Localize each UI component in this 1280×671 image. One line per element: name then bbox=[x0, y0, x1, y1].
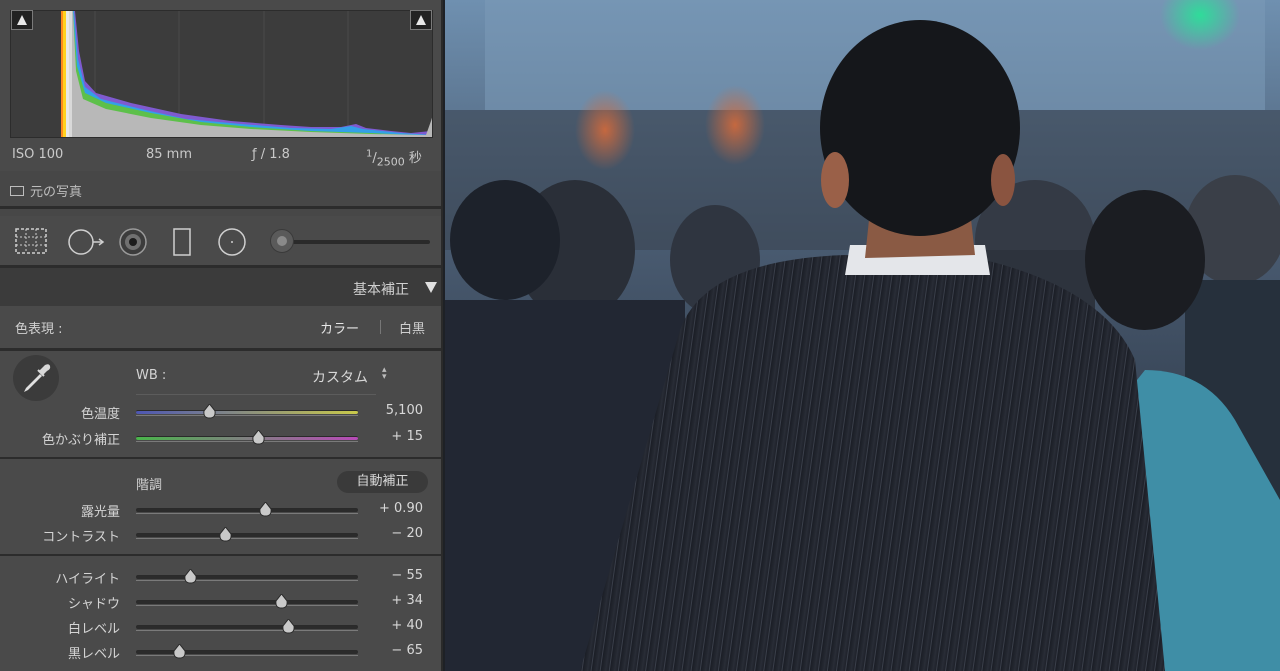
slider-value[interactable]: + 34 bbox=[363, 593, 423, 608]
exif-iso: ISO 100 bbox=[12, 147, 64, 162]
crop-overlay-icon[interactable] bbox=[14, 227, 48, 255]
slider-label: 黒レベル bbox=[67, 647, 120, 662]
slider-value[interactable]: + 40 bbox=[363, 618, 423, 633]
histogram-section: ISO 100 85 mm ƒ / 1.8 1/2500 秒 元の写真 bbox=[0, 0, 441, 200]
slider-track[interactable] bbox=[136, 533, 358, 539]
slider-track[interactable] bbox=[136, 508, 358, 514]
develop-panel: ISO 100 85 mm ƒ / 1.8 1/2500 秒 元の写真 基本補正… bbox=[0, 0, 443, 671]
original-photo-checkbox-icon bbox=[10, 185, 24, 196]
slider-thumb[interactable] bbox=[282, 619, 295, 634]
graduated-filter-icon[interactable] bbox=[172, 227, 192, 257]
adjustment-brush-thumb[interactable] bbox=[270, 229, 294, 253]
photo-image bbox=[445, 0, 1280, 671]
slider-value[interactable]: 5,100 bbox=[363, 403, 423, 418]
divider bbox=[0, 457, 441, 459]
treatment-separator bbox=[380, 320, 381, 334]
adjustment-brush-size-track[interactable] bbox=[272, 240, 430, 244]
treatment-bw-option[interactable]: 白黒 bbox=[399, 318, 425, 337]
slider-thumb[interactable] bbox=[173, 644, 186, 659]
wb-label: WB : bbox=[136, 368, 167, 383]
auto-tone-button[interactable]: 自動補正 bbox=[337, 471, 428, 493]
slider-track[interactable] bbox=[136, 575, 358, 581]
wb-select[interactable]: カスタム bbox=[312, 367, 368, 387]
treatment-row: 色表現 : カラー 白黒 bbox=[0, 306, 441, 348]
slider-label: コントラスト bbox=[42, 530, 120, 545]
histogram-graph bbox=[10, 10, 433, 138]
slider-value[interactable]: + 15 bbox=[363, 429, 423, 444]
shutter-unit: 秒 bbox=[408, 151, 422, 166]
divider bbox=[0, 206, 441, 209]
slider-thumb[interactable] bbox=[275, 594, 289, 609]
shadow-clipping-button[interactable] bbox=[11, 10, 33, 30]
shadow-clipping-icon bbox=[17, 15, 27, 25]
original-photo-label: 元の写真 bbox=[30, 185, 83, 200]
shutter-numerator: 1 bbox=[366, 148, 373, 160]
slider-label: 白レベル bbox=[67, 622, 120, 637]
slider-track[interactable] bbox=[136, 650, 358, 656]
histogram-plot bbox=[61, 11, 432, 137]
wb-eyedropper-icon[interactable] bbox=[12, 354, 60, 402]
slider-label: ハイライト bbox=[55, 572, 120, 587]
basic-section-header[interactable]: 基本補正 bbox=[0, 268, 441, 306]
tone-label: 階調 bbox=[136, 478, 163, 493]
exif-aperture: ƒ / 1.8 bbox=[252, 147, 290, 162]
shutter-denominator: 2500 bbox=[376, 155, 405, 169]
highlight-clipping-icon bbox=[416, 15, 426, 25]
slider-value[interactable]: − 20 bbox=[363, 526, 423, 541]
slider-label: 色かぶり補正 bbox=[41, 433, 120, 448]
wb-underline bbox=[136, 394, 376, 395]
red-eye-correction-icon[interactable] bbox=[117, 227, 149, 259]
slider-track[interactable] bbox=[136, 600, 358, 606]
slider-label: シャドウ bbox=[67, 597, 120, 612]
original-photo-toggle[interactable]: 元の写真 bbox=[10, 181, 82, 200]
treatment-color-option[interactable]: カラー bbox=[320, 318, 359, 337]
divider bbox=[0, 554, 441, 556]
slider-track[interactable] bbox=[136, 625, 358, 631]
slider-track[interactable] bbox=[136, 410, 358, 416]
exif-focal-length: 85 mm bbox=[146, 147, 193, 162]
slider-value[interactable]: − 55 bbox=[363, 568, 423, 583]
slider-thumb[interactable] bbox=[219, 527, 232, 542]
slider-thumb[interactable] bbox=[203, 404, 216, 419]
highlight-clipping-button[interactable] bbox=[410, 10, 432, 30]
slider-thumb[interactable] bbox=[259, 502, 272, 517]
photo-preview bbox=[445, 0, 1280, 671]
slider-thumb[interactable] bbox=[252, 430, 265, 445]
exif-shutter-speed: 1/2500 秒 bbox=[366, 148, 422, 169]
slider-value[interactable]: + 0.90 bbox=[363, 501, 423, 516]
slider-label: 露光量 bbox=[80, 505, 120, 520]
basic-section-title: 基本補正 bbox=[353, 282, 409, 298]
slider-thumb[interactable] bbox=[184, 569, 198, 584]
collapse-triangle-icon[interactable] bbox=[425, 282, 437, 293]
slider-value[interactable]: − 65 bbox=[363, 643, 423, 658]
treatment-label: 色表現 : bbox=[15, 322, 63, 337]
wb-select-arrows-icon[interactable]: ▴ ▾ bbox=[382, 366, 387, 382]
slider-label: 色温度 bbox=[80, 407, 120, 422]
spot-removal-icon[interactable] bbox=[66, 227, 106, 257]
slider-track[interactable] bbox=[136, 436, 358, 442]
radial-filter-icon[interactable] bbox=[216, 227, 248, 259]
